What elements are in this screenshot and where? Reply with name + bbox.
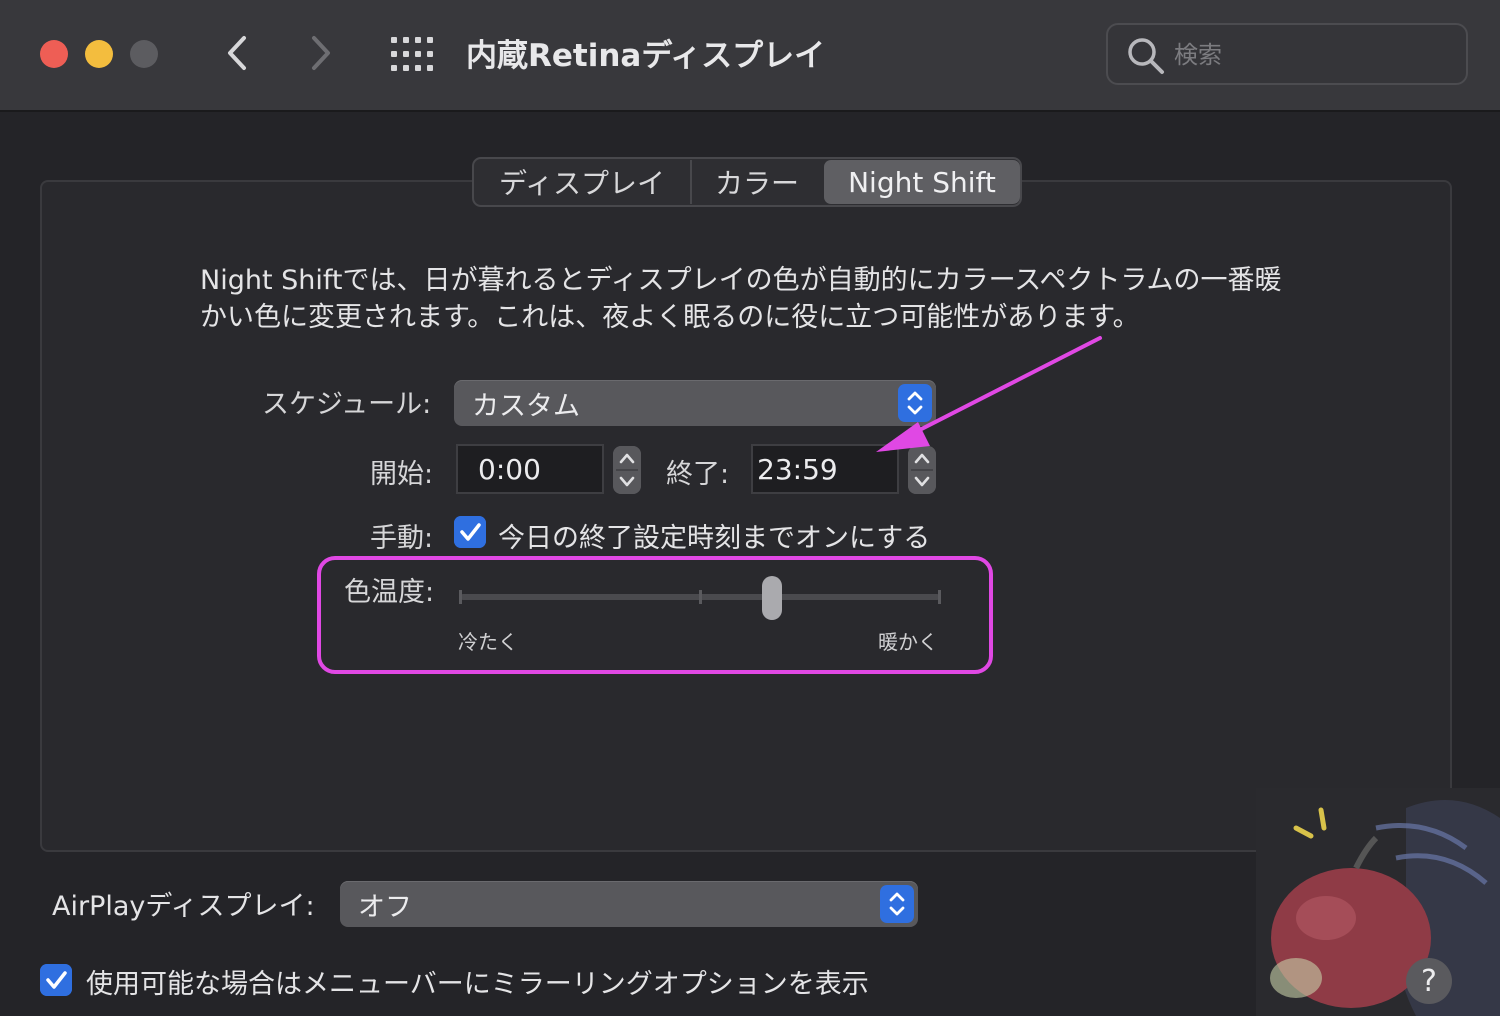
help-button[interactable]: ? bbox=[1406, 958, 1452, 1004]
airplay-label: AirPlayディスプレイ: bbox=[52, 891, 315, 922]
back-arrow-icon[interactable] bbox=[218, 30, 258, 76]
end-label: 終了: bbox=[666, 459, 730, 490]
forward-arrow-icon[interactable] bbox=[300, 30, 340, 76]
start-label: 開始: bbox=[370, 459, 434, 490]
close-window-button[interactable] bbox=[40, 40, 68, 68]
tab-night-shift[interactable]: Night Shift bbox=[824, 160, 1020, 204]
window-toolbar: 内蔵Retinaディスプレイ bbox=[0, 0, 1500, 112]
window-title: 内蔵Retinaディスプレイ bbox=[466, 38, 826, 74]
start-time-input[interactable] bbox=[458, 446, 602, 492]
minimize-window-button[interactable] bbox=[85, 40, 113, 68]
tab-bar: ディスプレイ カラー Night Shift bbox=[472, 157, 1022, 207]
description-line-2: かい色に変更されます。これは、夜よく眠るのに役に立つ可能性があります。 bbox=[200, 302, 1140, 333]
mirror-options-checkbox[interactable] bbox=[40, 964, 72, 996]
schedule-label: スケジュール: bbox=[262, 389, 432, 420]
annotation-arrow-icon bbox=[876, 336, 1102, 452]
start-time-stepper[interactable] bbox=[613, 446, 641, 494]
tab-color[interactable]: カラー bbox=[690, 160, 822, 204]
watermark-mascot-icon bbox=[1256, 788, 1500, 1016]
search-input[interactable] bbox=[1174, 33, 1454, 77]
manual-label: 手動: bbox=[370, 523, 434, 554]
start-time-field[interactable] bbox=[456, 444, 604, 494]
popup-chevrons-icon bbox=[880, 885, 914, 923]
manual-checkbox-label[interactable]: 今日の終了設定時刻までオンにする bbox=[498, 516, 930, 555]
mirror-options-label[interactable]: 使用可能な場合はメニューバーにミラーリングオプションを表示 bbox=[86, 962, 869, 1001]
schedule-value: カスタム bbox=[472, 391, 580, 422]
highlight-annotation-box bbox=[317, 556, 993, 674]
airplay-value: オフ bbox=[358, 892, 412, 923]
show-all-grid-icon[interactable] bbox=[390, 36, 434, 72]
manual-checkbox[interactable] bbox=[454, 516, 486, 548]
tab-display[interactable]: ディスプレイ bbox=[474, 160, 690, 204]
description-line-1: Night Shiftでは、日が暮れるとディスプレイの色が自動的にカラースペクト… bbox=[200, 265, 1282, 296]
airplay-popup[interactable]: オフ bbox=[340, 881, 918, 927]
search-icon bbox=[1128, 38, 1164, 74]
search-field[interactable] bbox=[1106, 23, 1468, 85]
zoom-window-button[interactable] bbox=[130, 40, 158, 68]
night-shift-description: Night Shiftでは、日が暮れるとディスプレイの色が自動的にカラースペクト… bbox=[200, 262, 1320, 336]
